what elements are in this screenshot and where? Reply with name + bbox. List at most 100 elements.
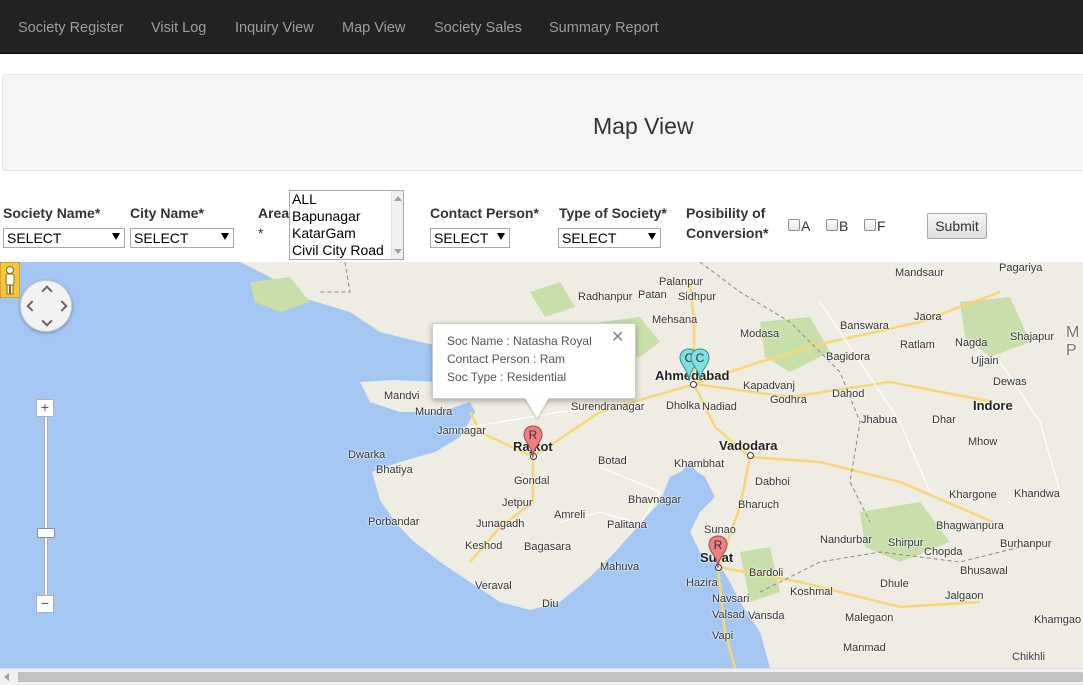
place-khandwa: Khandwa	[1014, 488, 1060, 500]
place-banswara: Banswara	[840, 320, 889, 332]
area-option-all[interactable]: ALL	[290, 191, 403, 208]
place-sidhpur: Sidhpur	[678, 291, 716, 303]
area-listbox[interactable]: ALL Bapunagar KatarGam Civil City Road	[289, 190, 404, 260]
place-surendranagar: Surendranagar	[571, 401, 645, 413]
place-palitana: Palitana	[607, 519, 647, 531]
nav-summary-report[interactable]: Summary Report	[549, 0, 659, 54]
society-name-select[interactable]: SELECT	[3, 228, 125, 248]
zoom-out-button[interactable]: −	[36, 595, 54, 613]
pan-control[interactable]	[20, 280, 72, 332]
place-koshmal: Koshmal	[790, 586, 833, 598]
place-vapi: Vapi	[712, 630, 734, 642]
nav-society-register[interactable]: Society Register	[18, 0, 124, 54]
zoom-slider-track[interactable]	[44, 412, 48, 602]
ahmedabad-marker-2[interactable]: C	[690, 348, 710, 382]
area-required-mark: *	[258, 225, 264, 241]
submit-button[interactable]: Submit	[927, 213, 987, 239]
area-option-bapunagar[interactable]: Bapunagar	[290, 208, 403, 225]
place-jaora: Jaora	[914, 311, 942, 323]
area-option-katargam[interactable]: KatarGam	[290, 225, 403, 242]
type-of-society-select[interactable]: SELECT	[558, 228, 661, 248]
place-manmad: Manmad	[843, 642, 886, 654]
page-title: Map View	[593, 113, 694, 139]
zoom-in-button[interactable]: +	[36, 399, 54, 417]
place-pagariya: Pagariya	[999, 262, 1043, 274]
place-gondal: Gondal	[514, 475, 550, 487]
conversion-option-f: F	[877, 218, 886, 234]
place-valsad: Valsad	[712, 609, 745, 621]
place-shajapur: Shajapur	[1010, 331, 1055, 343]
place-shirpur: Shirpur	[888, 537, 924, 549]
pan-up-icon[interactable]	[41, 285, 53, 297]
area-listbox-scrollbar[interactable]	[391, 191, 403, 259]
place-dhule: Dhule	[880, 578, 909, 590]
rajkot-marker[interactable]: R	[523, 425, 543, 459]
place-dholka: Dholka	[666, 400, 701, 412]
city-dot-vadodara	[747, 452, 754, 459]
place-godhra: Godhra	[770, 394, 807, 406]
state-label-m: M	[1066, 324, 1081, 341]
info-contact-person: Contact Person : Ram	[447, 352, 566, 366]
horizontal-scrollbar[interactable]	[0, 668, 1083, 685]
place-patan: Patan	[638, 289, 667, 301]
close-icon[interactable]: ✕	[611, 330, 624, 346]
conversion-checkbox-a[interactable]	[788, 219, 800, 231]
chevron-down-icon	[648, 233, 656, 240]
place-mhow: Mhow	[968, 436, 998, 448]
scroll-down-icon[interactable]	[394, 249, 402, 254]
place-keshod: Keshod	[465, 540, 503, 552]
place-mundra: Mundra	[415, 406, 453, 418]
state-label-p: P	[1066, 342, 1078, 359]
place-jamnagar: Jamnagar	[437, 425, 486, 437]
nav-map-view[interactable]: Map View	[342, 0, 405, 54]
place-jhabua: Jhabua	[861, 414, 898, 426]
place-vadodara: Vadodara	[719, 438, 778, 453]
nav-visit-log[interactable]: Visit Log	[151, 0, 206, 54]
place-chikhli: Chikhli	[1012, 651, 1046, 663]
place-amreli: Amreli	[554, 509, 586, 521]
city-dot-ahmedabad	[690, 381, 697, 388]
place-vansda: Vansda	[748, 610, 785, 622]
place-bharuch: Bharuch	[738, 499, 779, 511]
place-dwarka: Dwarka	[348, 449, 386, 461]
place-modasa: Modasa	[740, 328, 780, 340]
nav-inquiry-view[interactable]: Inquiry View	[235, 0, 314, 54]
place-indore: Indore	[973, 398, 1013, 413]
place-bagidora: Bagidora	[826, 351, 871, 363]
place-kapadvanj: Kapadvanj	[743, 380, 795, 392]
zoom-slider-handle[interactable]	[37, 528, 55, 538]
place-khamgaon: Khamgao	[1034, 614, 1082, 626]
place-malegaon: Malegaon	[845, 612, 894, 624]
chevron-down-icon	[497, 233, 505, 240]
place-bardoli: Bardoli	[749, 567, 784, 579]
place-navsari: Navsari	[712, 593, 750, 605]
place-veraval: Veraval	[475, 580, 512, 592]
scrollbar-thumb[interactable]	[18, 672, 1083, 682]
map-canvas[interactable]: Mandsaur Pagariya Palanpur Radhanpur Pat…	[0, 262, 1083, 668]
scroll-left-icon[interactable]	[4, 673, 9, 681]
place-mahuva: Mahuva	[600, 561, 640, 573]
pan-right-icon[interactable]	[56, 300, 68, 312]
conversion-checkbox-b[interactable]	[826, 219, 838, 231]
conversion-checkbox-f[interactable]	[864, 219, 876, 231]
nav-society-sales[interactable]: Society Sales	[434, 0, 522, 54]
place-mandvi: Mandvi	[384, 390, 420, 402]
place-chopda: Chopda	[924, 546, 963, 558]
city-name-select[interactable]: SELECT	[130, 228, 234, 248]
pan-down-icon[interactable]	[41, 315, 53, 327]
place-hazira: Hazira	[686, 577, 718, 589]
place-radhanpur: Radhanpur	[578, 291, 633, 303]
contact-person-select[interactable]: SELECT	[430, 228, 510, 248]
area-option-civil-city-road[interactable]: Civil City Road	[290, 242, 403, 259]
area-label: Area	[258, 205, 290, 221]
place-ratlam: Ratlam	[900, 339, 935, 351]
place-khambhat: Khambhat	[674, 458, 725, 470]
street-view-pegman-icon[interactable]	[0, 262, 20, 298]
place-bagasara: Bagasara	[524, 541, 572, 553]
chevron-down-icon	[112, 233, 120, 240]
surat-marker[interactable]: R	[708, 535, 728, 569]
society-name-label: Society Name*	[3, 205, 101, 221]
chevron-down-icon	[221, 233, 229, 240]
pan-left-icon[interactable]	[26, 300, 38, 312]
scroll-up-icon[interactable]	[394, 196, 402, 201]
